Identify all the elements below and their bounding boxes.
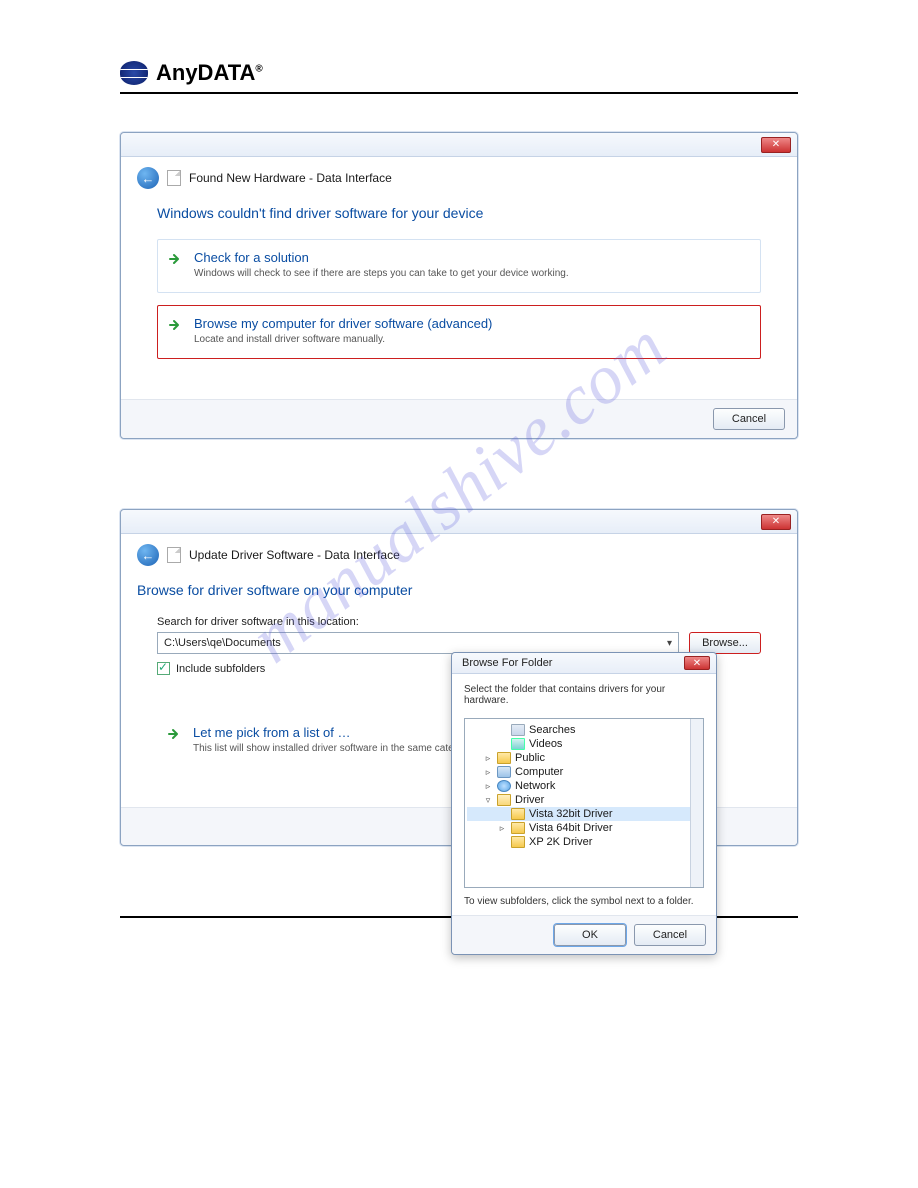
option-title: Check for a solution <box>194 250 748 265</box>
window-titlebar: ✕ <box>121 510 797 534</box>
tree-item-public[interactable]: ▹Public <box>467 751 701 765</box>
folder-icon <box>497 752 511 764</box>
close-icon[interactable]: ✕ <box>761 137 791 153</box>
option-title: Browse my computer for driver software (… <box>194 316 748 331</box>
ok-button[interactable]: OK <box>554 924 626 946</box>
breadcrumb-text: Found New Hardware - Data Interface <box>189 171 392 185</box>
tree-item-xp2k[interactable]: XP 2K Driver <box>467 835 701 849</box>
option-browse-computer[interactable]: Browse my computer for driver software (… <box>157 305 761 359</box>
tree-item-computer[interactable]: ▹Computer <box>467 765 701 779</box>
wizard-breadcrumb: ← Found New Hardware - Data Interface <box>137 165 781 199</box>
dialog-titlebar: Browse For Folder ✕ <box>452 653 716 674</box>
computer-icon <box>497 766 511 778</box>
dialog-title: Browse For Folder <box>462 657 552 669</box>
include-subfolders-label: Include subfolders <box>176 663 265 675</box>
dialog-button-bar: OK Cancel <box>452 915 716 954</box>
path-value: C:\Users\qe\Documents <box>164 637 281 649</box>
back-arrow-icon[interactable]: ← <box>137 167 159 189</box>
brand-registered: ® <box>255 64 262 75</box>
wizard-heading: Browse for driver software on your compu… <box>137 582 781 598</box>
folder-tree[interactable]: Searches Videos ▹Public ▹Computer ▹Netwo… <box>464 718 704 888</box>
arrow-right-icon <box>168 252 182 266</box>
close-icon[interactable]: ✕ <box>761 514 791 530</box>
videos-folder-icon <box>511 738 525 750</box>
globe-icon <box>120 61 148 85</box>
back-arrow-icon[interactable]: ← <box>137 544 159 566</box>
tree-item-searches[interactable]: Searches <box>467 723 701 737</box>
brand-text: AnyDATA <box>156 60 255 85</box>
folder-icon <box>511 836 525 848</box>
tree-item-vista32[interactable]: Vista 32bit Driver <box>467 807 701 821</box>
include-subfolders-checkbox[interactable] <box>157 662 170 675</box>
search-folder-icon <box>511 724 525 736</box>
update-driver-software-wizard: ✕ ← Update Driver Software - Data Interf… <box>120 509 798 846</box>
cancel-button[interactable]: Cancel <box>713 408 785 430</box>
brand-name: AnyDATA® <box>156 60 263 86</box>
path-dropdown[interactable]: C:\Users\qe\Documents <box>157 632 679 654</box>
page-header: AnyDATA® <box>120 60 798 94</box>
folder-icon <box>511 822 525 834</box>
dialog-instruction: Select the folder that contains drivers … <box>452 674 716 712</box>
found-new-hardware-wizard: ✕ ← Found New Hardware - Data Interface … <box>120 132 798 439</box>
option-check-solution[interactable]: Check for a solution Windows will check … <box>157 239 761 293</box>
page-icon <box>167 547 181 563</box>
option-subtext: Locate and install driver software manua… <box>194 333 748 346</box>
option-subtext: Windows will check to see if there are s… <box>194 267 748 280</box>
window-titlebar: ✕ <box>121 133 797 157</box>
tree-scrollbar[interactable] <box>690 719 703 887</box>
tree-item-network[interactable]: ▹Network <box>467 779 701 793</box>
button-bar: Cancel <box>121 399 797 438</box>
network-icon <box>497 780 511 792</box>
page-icon <box>167 170 181 186</box>
browse-for-folder-dialog: Browse For Folder ✕ Select the folder th… <box>451 652 717 955</box>
folder-icon <box>511 808 525 820</box>
search-location-label: Search for driver software in this locat… <box>157 616 761 628</box>
browse-button[interactable]: Browse... <box>689 632 761 654</box>
tree-item-videos[interactable]: Videos <box>467 737 701 751</box>
arrow-right-icon <box>168 318 182 332</box>
tree-item-vista64[interactable]: ▹Vista 64bit Driver <box>467 821 701 835</box>
arrow-right-icon <box>167 727 181 741</box>
cancel-button[interactable]: Cancel <box>634 924 706 946</box>
close-icon[interactable]: ✕ <box>684 656 710 670</box>
dialog-hint: To view subfolders, click the symbol nex… <box>452 896 716 915</box>
wizard-breadcrumb: ← Update Driver Software - Data Interfac… <box>137 542 781 576</box>
breadcrumb-text: Update Driver Software - Data Interface <box>189 548 400 562</box>
wizard-heading: Windows couldn't find driver software fo… <box>157 205 781 221</box>
folder-open-icon <box>497 794 511 806</box>
tree-item-driver[interactable]: ▿Driver <box>467 793 701 807</box>
